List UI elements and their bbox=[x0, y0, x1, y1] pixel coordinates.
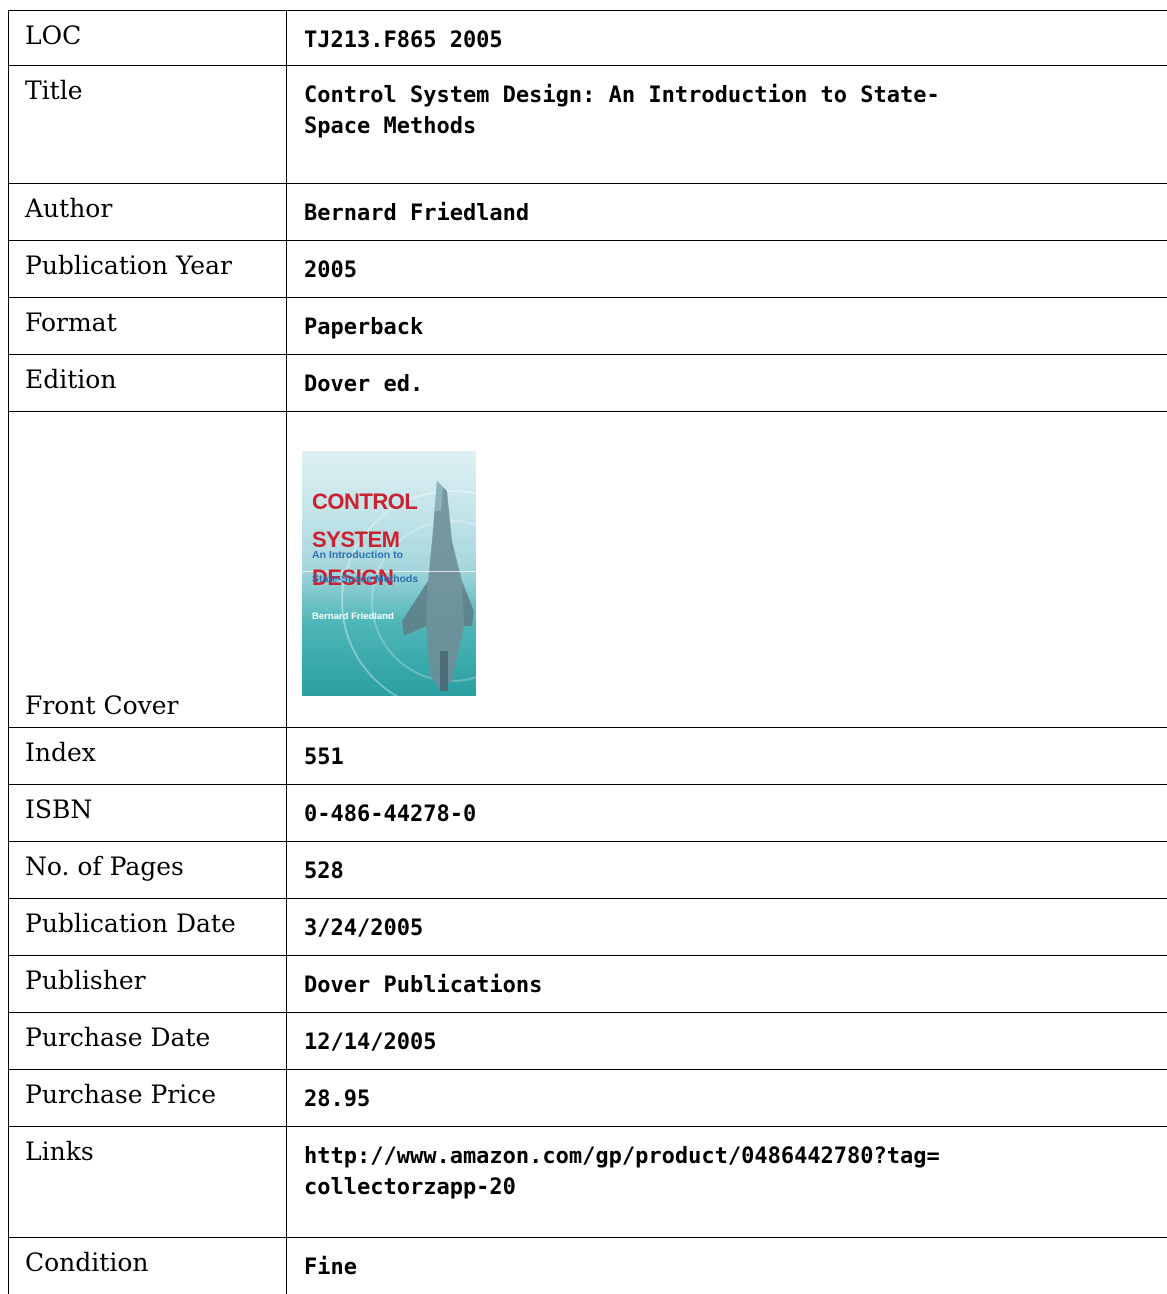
row-publication-year: Publication Year 2005 bbox=[9, 241, 1167, 298]
purchase-date-label: Purchase Date bbox=[9, 1013, 287, 1070]
index-label: Index bbox=[9, 728, 287, 785]
title-value: Control System Design: An Introduction t… bbox=[287, 66, 1167, 184]
isbn-label: ISBN bbox=[9, 785, 287, 842]
links-value[interactable]: http://www.amazon.com/gp/product/0486442… bbox=[287, 1127, 1167, 1238]
condition-label: Condition bbox=[9, 1238, 287, 1294]
format-label: Format bbox=[9, 298, 287, 355]
pages-label: No. of Pages bbox=[9, 842, 287, 899]
purchase-price-label: Purchase Price bbox=[9, 1070, 287, 1127]
book-record-table: LOC TJ213.F865 2005 Title Control System… bbox=[8, 10, 1167, 1294]
publication-year-label: Publication Year bbox=[9, 241, 287, 298]
loc-value: TJ213.F865 2005 bbox=[287, 11, 1167, 66]
front-cover-cell: CONTROL SYSTEM DESIGN An Introduction to… bbox=[287, 412, 1167, 728]
format-value: Paperback bbox=[287, 298, 1167, 355]
front-cover-label: Front Cover bbox=[9, 412, 287, 728]
row-purchase-price: Purchase Price 28.95 bbox=[9, 1070, 1167, 1127]
author-label: Author bbox=[9, 184, 287, 241]
index-value: 551 bbox=[287, 728, 1167, 785]
cover-subtitle-line: An Introduction to bbox=[312, 549, 418, 561]
purchase-price-value: 28.95 bbox=[287, 1070, 1167, 1127]
row-publisher: Publisher Dover Publications bbox=[9, 956, 1167, 1013]
row-publication-date: Publication Date 3/24/2005 bbox=[9, 899, 1167, 956]
publication-date-value: 3/24/2005 bbox=[287, 899, 1167, 956]
purchase-date-value: 12/14/2005 bbox=[287, 1013, 1167, 1070]
row-purchase-date: Purchase Date 12/14/2005 bbox=[9, 1013, 1167, 1070]
publisher-value: Dover Publications bbox=[287, 956, 1167, 1013]
row-links: Links http://www.amazon.com/gp/product/0… bbox=[9, 1127, 1167, 1238]
edition-label: Edition bbox=[9, 355, 287, 412]
cover-author: Bernard Friedland bbox=[312, 601, 394, 632]
row-edition: Edition Dover ed. bbox=[9, 355, 1167, 412]
links-label: Links bbox=[9, 1127, 287, 1238]
publication-year-value: 2005 bbox=[287, 241, 1167, 298]
row-author: Author Bernard Friedland bbox=[9, 184, 1167, 241]
condition-value: Fine bbox=[287, 1238, 1167, 1294]
title-label: Title bbox=[9, 66, 287, 184]
publication-date-label: Publication Date bbox=[9, 899, 287, 956]
edition-value: Dover ed. bbox=[287, 355, 1167, 412]
row-pages: No. of Pages 528 bbox=[9, 842, 1167, 899]
loc-label: LOC bbox=[9, 11, 287, 66]
row-front-cover: Front Cover CONTROL SYSTEM DESIGN bbox=[9, 412, 1167, 728]
isbn-value: 0-486-44278-0 bbox=[287, 785, 1167, 842]
row-isbn: ISBN 0-486-44278-0 bbox=[9, 785, 1167, 842]
row-loc: LOC TJ213.F865 2005 bbox=[9, 11, 1167, 66]
pages-value: 528 bbox=[287, 842, 1167, 899]
author-value: Bernard Friedland bbox=[287, 184, 1167, 241]
row-condition: Condition Fine bbox=[9, 1238, 1167, 1294]
cover-title-line: CONTROL bbox=[312, 492, 417, 511]
cover-subtitle: An Introduction to State-Space Methods bbox=[312, 537, 418, 597]
row-index: Index 551 bbox=[9, 728, 1167, 785]
row-format: Format Paperback bbox=[9, 298, 1167, 355]
publisher-label: Publisher bbox=[9, 956, 287, 1013]
cover-subtitle-line: State-Space Methods bbox=[312, 573, 418, 585]
row-title: Title Control System Design: An Introduc… bbox=[9, 66, 1167, 184]
front-cover-image[interactable]: CONTROL SYSTEM DESIGN An Introduction to… bbox=[302, 451, 476, 696]
